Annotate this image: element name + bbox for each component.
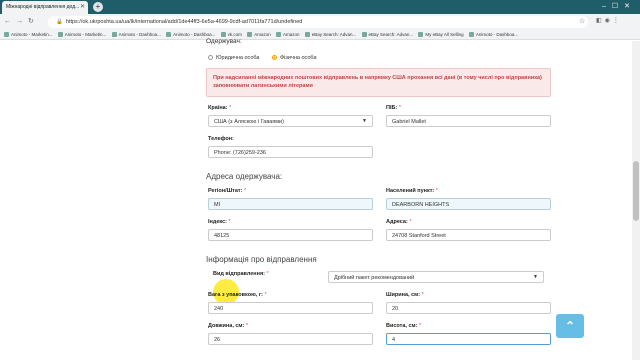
bookmark-item[interactable]: Animoto - Dashboa... xyxy=(468,32,518,37)
bookmark-item[interactable]: Animoto - Dashboa... xyxy=(166,32,215,37)
address-row: ←→↻ 🔒 https://ok.ukrposhta.ua/ua/lk/inter… xyxy=(0,14,640,30)
usa-latin-notice: При надсиланні міжнародних поштових відп… xyxy=(206,68,551,97)
bookmark-icon xyxy=(361,32,367,37)
street-field[interactable]: 24708 Stanford Street xyxy=(386,229,551,241)
width-field[interactable]: 20 xyxy=(386,302,551,314)
bookmark-icon xyxy=(468,32,474,37)
bookmark-item[interactable]: vk.com xyxy=(220,32,242,37)
chevron-down-icon: ▼ xyxy=(362,118,367,124)
scroll-to-top-button[interactable]: ⌃ xyxy=(556,314,584,338)
bookmark-item[interactable]: My eBay All Selling xyxy=(418,32,464,37)
bookmark-star-icon[interactable]: ☆ xyxy=(579,17,585,25)
bookmark-icon xyxy=(57,32,63,37)
extensions-icons[interactable]: ◧◉⋮ xyxy=(596,17,622,24)
weight-label: Вага з упаковкою, г: * xyxy=(208,292,267,298)
weight-field[interactable]: 240 xyxy=(208,302,373,314)
name-label: ПІБ: * xyxy=(386,105,401,111)
bookmark-icon xyxy=(275,32,281,37)
street-label: Адреса: * xyxy=(386,219,412,225)
phone-label: Телефон: xyxy=(208,136,234,142)
shipment-type-select[interactable]: Дрібний пакет рекомендований ▼ xyxy=(328,271,544,283)
shipment-type-label: Вид відправлення: * xyxy=(213,271,269,277)
bookmark-icon xyxy=(4,32,9,37)
phone-field[interactable]: Phone: (726)259-236 xyxy=(208,146,373,158)
bookmark-icon xyxy=(111,32,117,37)
url-bar[interactable]: 🔒 https://ok.ukrposhta.ua/ua/lk/internati… xyxy=(48,16,588,28)
url-text: https://ok.ukrposhta.ua/ua/lk/internatio… xyxy=(65,19,303,25)
bookmark-item[interactable]: Animoto - Marketin... xyxy=(57,32,106,37)
chevron-down-icon: ▼ xyxy=(533,274,538,280)
radio-individual[interactable]: Фізична особа xyxy=(272,55,317,61)
country-select[interactable]: США (з Аляскою і Гаваями) ▼ xyxy=(208,115,373,127)
radio-legal-entity[interactable]: Юридична особа xyxy=(208,55,259,61)
bookmark-icon xyxy=(304,32,310,37)
bookmark-item[interactable]: Amazon xyxy=(247,32,271,37)
region-label: Регіон/Штат: * xyxy=(208,188,247,194)
bookmark-icon xyxy=(247,32,253,37)
zip-label: Індекс: * xyxy=(208,219,231,225)
tab-title: Міжнародні відправлення дод... xyxy=(6,4,80,10)
lock-icon: 🔒 xyxy=(56,19,63,25)
back-icon[interactable]: ← xyxy=(4,18,16,25)
arrow-up-icon: ⌃ xyxy=(564,319,576,333)
length-label: Довжина, см: * xyxy=(208,323,249,329)
name-field[interactable]: Gabriel Mallet xyxy=(386,115,551,127)
nav-buttons[interactable]: ←→↻ xyxy=(4,17,39,25)
page-content: Одержувач: Юридична особа Фізична особа … xyxy=(0,38,640,360)
bookmark-item[interactable]: eBay Search: Advan... xyxy=(361,32,413,37)
height-field[interactable]: 4 xyxy=(386,333,551,345)
tab-close-icon[interactable]: ✕ xyxy=(80,3,85,10)
width-label: Ширина, см: * xyxy=(386,292,424,298)
zip-field[interactable]: 48125 xyxy=(208,229,373,241)
browser-tab-bar: Міжнародні відправлення дод... ✕ + –☐✕ xyxy=(0,0,640,14)
bookmark-icon xyxy=(166,32,172,37)
city-label: Населений пункт: * xyxy=(386,188,438,194)
bookmark-item[interactable]: Animoto - Dashboa... xyxy=(111,32,161,37)
length-field[interactable]: 26 xyxy=(208,333,373,345)
bookmark-item[interactable]: Animoto - Marketin... xyxy=(4,32,53,37)
forward-icon[interactable]: → xyxy=(16,18,28,25)
recipient-header: Одержувач: xyxy=(206,38,242,45)
country-label: Країна: * xyxy=(208,105,232,111)
region-field[interactable]: MI xyxy=(208,198,373,210)
city-field[interactable]: DEARBORN HEIGHTS xyxy=(386,198,551,210)
radio-dot-selected[interactable] xyxy=(272,55,277,60)
height-label: Висота, см: * xyxy=(386,323,422,329)
bookmark-icon xyxy=(220,32,226,37)
shipment-section-title: Інформація про відправлення xyxy=(206,255,317,264)
bookmark-item[interactable]: eBay Search: Advan... xyxy=(304,32,356,37)
bookmarks-bar: Animoto - Marketin... Animoto - Marketin… xyxy=(0,30,640,40)
address-section-title: Адреса одержувача: xyxy=(206,172,283,181)
window-controls[interactable]: –☐✕ xyxy=(602,2,636,10)
bookmark-item[interactable]: Amazon xyxy=(275,32,299,37)
page-scrollbar[interactable] xyxy=(632,41,640,360)
browser-tab[interactable]: Міжнародні відправлення дод... ✕ xyxy=(2,1,88,14)
new-tab-icon[interactable]: + xyxy=(93,2,103,12)
bookmark-icon xyxy=(418,32,424,37)
scrollbar-thumb[interactable] xyxy=(633,161,639,221)
radio-dot[interactable] xyxy=(208,55,213,60)
reload-icon[interactable]: ↻ xyxy=(28,18,39,25)
